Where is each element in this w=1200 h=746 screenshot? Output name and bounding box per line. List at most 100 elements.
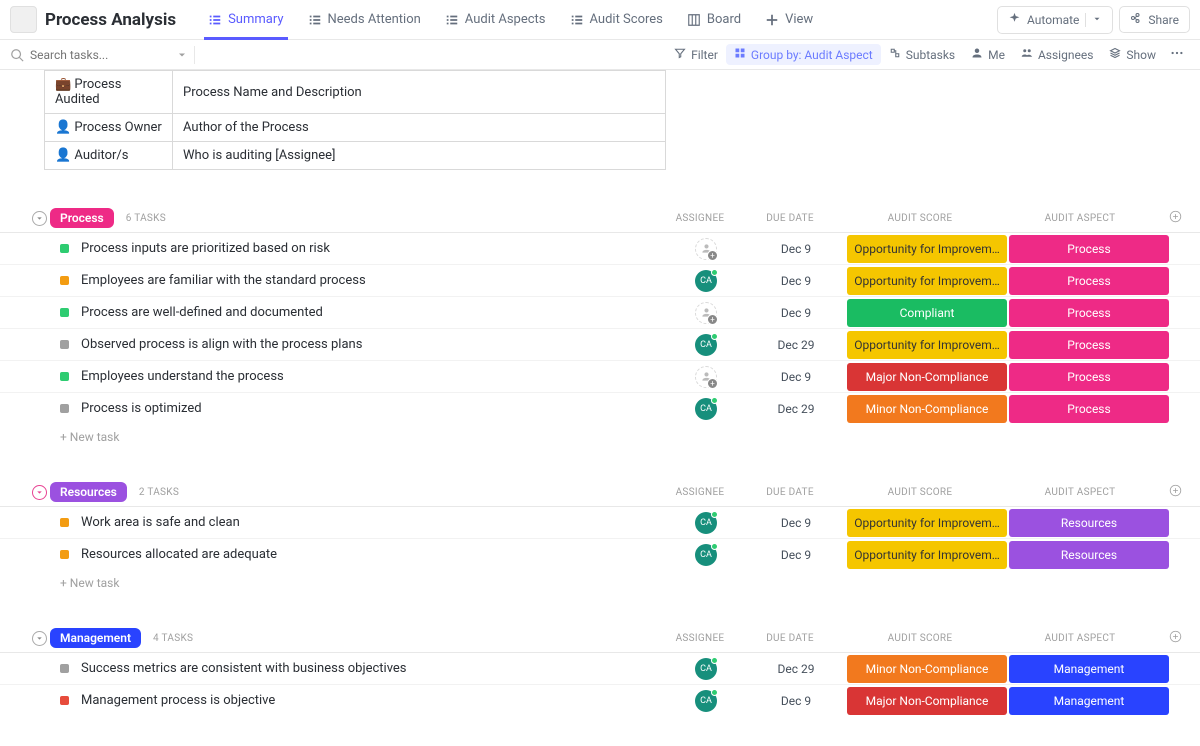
task-row[interactable]: Process inputs are prioritized based on … xyxy=(0,232,1200,264)
tab-needs-attention[interactable]: Needs Attention xyxy=(296,0,433,40)
audit-score[interactable]: Compliant xyxy=(847,299,1007,327)
automate-button[interactable]: Automate xyxy=(997,6,1113,34)
col-header-date[interactable]: DUE DATE xyxy=(740,633,840,644)
audit-score[interactable]: Major Non-Compliance xyxy=(847,363,1007,391)
avatar[interactable]: CA xyxy=(695,398,717,420)
task-row[interactable]: Process are well-defined and documented … xyxy=(0,296,1200,328)
due-date[interactable]: Dec 9 xyxy=(746,242,846,256)
status-square[interactable] xyxy=(60,340,69,349)
add-column-button[interactable] xyxy=(1160,210,1190,226)
due-date[interactable]: Dec 9 xyxy=(746,694,846,708)
status-square[interactable] xyxy=(60,244,69,253)
add-column-button[interactable] xyxy=(1160,630,1190,646)
due-date[interactable]: Dec 29 xyxy=(746,338,846,352)
audit-score[interactable]: Minor Non-Compliance xyxy=(847,655,1007,683)
avatar[interactable]: CA xyxy=(695,270,717,292)
task-row[interactable]: Success metrics are consistent with busi… xyxy=(0,652,1200,684)
group-pill[interactable]: Resources xyxy=(50,482,127,502)
task-row[interactable]: Resources allocated are adequate CA Dec … xyxy=(0,538,1200,570)
col-header-assignee[interactable]: ASSIGNEE xyxy=(660,213,740,224)
task-name[interactable]: Process is optimized xyxy=(81,401,666,416)
due-date[interactable]: Dec 9 xyxy=(746,370,846,384)
collapse-toggle[interactable] xyxy=(32,485,47,500)
col-header-assignee[interactable]: ASSIGNEE xyxy=(660,487,740,498)
col-header-aspect[interactable]: AUDIT ASPECT xyxy=(1000,213,1160,224)
show-button[interactable]: Show xyxy=(1101,44,1164,65)
me-button[interactable]: Me xyxy=(963,44,1013,65)
audit-aspect[interactable]: Process xyxy=(1009,395,1169,423)
tab-audit-scores[interactable]: Audit Scores xyxy=(558,0,675,40)
col-header-date[interactable]: DUE DATE xyxy=(740,487,840,498)
more-menu[interactable] xyxy=(1164,43,1190,67)
audit-score[interactable]: Opportunity for Improvem… xyxy=(847,235,1007,263)
avatar[interactable]: CA xyxy=(695,544,717,566)
tab-audit-aspects[interactable]: Audit Aspects xyxy=(433,0,558,40)
col-header-score[interactable]: AUDIT SCORE xyxy=(840,487,1000,498)
meta-value[interactable]: Process Name and Description xyxy=(173,71,666,114)
task-row[interactable]: Management process is objective CA Dec 9… xyxy=(0,684,1200,716)
search-input[interactable] xyxy=(30,48,170,62)
audit-score[interactable]: Minor Non-Compliance xyxy=(847,395,1007,423)
status-square[interactable] xyxy=(60,664,69,673)
audit-score[interactable]: Opportunity for Improvem… xyxy=(847,267,1007,295)
audit-score[interactable]: Major Non-Compliance xyxy=(847,687,1007,715)
task-row[interactable]: Employees are familiar with the standard… xyxy=(0,264,1200,296)
task-row[interactable]: Employees understand the process + Dec 9… xyxy=(0,360,1200,392)
avatar[interactable]: CA xyxy=(695,334,717,356)
audit-aspect[interactable]: Management xyxy=(1009,687,1169,715)
new-task-button[interactable]: + New task xyxy=(0,424,1200,444)
group-by-button[interactable]: Group by: Audit Aspect xyxy=(726,44,881,65)
share-button[interactable]: Share xyxy=(1119,6,1190,33)
tab-summary[interactable]: Summary xyxy=(196,0,295,40)
task-name[interactable]: Process are well-defined and documented xyxy=(81,305,666,320)
audit-aspect[interactable]: Process xyxy=(1009,363,1169,391)
avatar[interactable]: CA xyxy=(695,658,717,680)
task-name[interactable]: Success metrics are consistent with busi… xyxy=(81,661,666,676)
task-row[interactable]: Work area is safe and clean CA Dec 9 Opp… xyxy=(0,506,1200,538)
meta-value[interactable]: Author of the Process xyxy=(173,114,666,142)
audit-score[interactable]: Opportunity for Improvem… xyxy=(847,541,1007,569)
status-square[interactable] xyxy=(60,518,69,527)
collapse-toggle[interactable] xyxy=(32,211,47,226)
chevron-down-icon[interactable] xyxy=(176,49,188,61)
audit-aspect[interactable]: Management xyxy=(1009,655,1169,683)
status-square[interactable] xyxy=(60,696,69,705)
avatar-unassigned[interactable]: + xyxy=(695,238,717,260)
status-square[interactable] xyxy=(60,550,69,559)
status-square[interactable] xyxy=(60,308,69,317)
due-date[interactable]: Dec 9 xyxy=(746,274,846,288)
audit-score[interactable]: Opportunity for Improvem… xyxy=(847,331,1007,359)
col-header-date[interactable]: DUE DATE xyxy=(740,213,840,224)
col-header-score[interactable]: AUDIT SCORE xyxy=(840,633,1000,644)
avatar[interactable]: CA xyxy=(695,512,717,534)
status-square[interactable] xyxy=(60,372,69,381)
status-square[interactable] xyxy=(60,276,69,285)
add-column-button[interactable] xyxy=(1160,484,1190,500)
due-date[interactable]: Dec 29 xyxy=(746,662,846,676)
group-pill[interactable]: Process xyxy=(50,208,114,228)
audit-aspect[interactable]: Process xyxy=(1009,235,1169,263)
tab-board[interactable]: Board xyxy=(675,0,753,40)
audit-aspect[interactable]: Process xyxy=(1009,331,1169,359)
new-task-button[interactable]: + New task xyxy=(0,570,1200,590)
task-name[interactable]: Process inputs are prioritized based on … xyxy=(81,241,666,256)
meta-value[interactable]: Who is auditing [Assignee] xyxy=(173,142,666,170)
col-header-assignee[interactable]: ASSIGNEE xyxy=(660,633,740,644)
group-pill[interactable]: Management xyxy=(50,628,141,648)
task-name[interactable]: Observed process is align with the proce… xyxy=(81,337,666,352)
col-header-score[interactable]: AUDIT SCORE xyxy=(840,213,1000,224)
status-square[interactable] xyxy=(60,404,69,413)
filter-button[interactable]: Filter xyxy=(666,44,726,65)
audit-aspect[interactable]: Process xyxy=(1009,267,1169,295)
avatar[interactable]: CA xyxy=(695,690,717,712)
task-name[interactable]: Resources allocated are adequate xyxy=(81,547,666,562)
subtasks-button[interactable]: Subtasks xyxy=(881,44,963,65)
task-name[interactable]: Employees are familiar with the standard… xyxy=(81,273,666,288)
task-name[interactable]: Management process is objective xyxy=(81,693,666,708)
task-name[interactable]: Work area is safe and clean xyxy=(81,515,666,530)
due-date[interactable]: Dec 9 xyxy=(746,548,846,562)
due-date[interactable]: Dec 9 xyxy=(746,306,846,320)
due-date[interactable]: Dec 9 xyxy=(746,516,846,530)
col-header-aspect[interactable]: AUDIT ASPECT xyxy=(1000,633,1160,644)
task-row[interactable]: Process is optimized CA Dec 29 Minor Non… xyxy=(0,392,1200,424)
